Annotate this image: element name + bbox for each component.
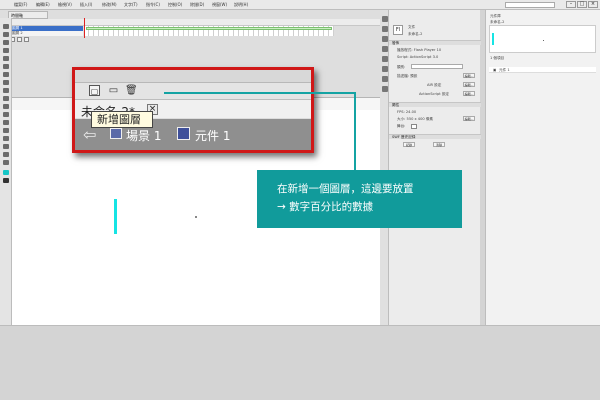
library-preview-dot — [543, 40, 544, 41]
text-tool-icon[interactable] — [3, 72, 9, 77]
zoom-tool-icon[interactable] — [3, 160, 9, 165]
menu-window[interactable]: 視窗(W) — [212, 2, 227, 8]
class-label: 類別: — [397, 65, 406, 69]
doc-name-label: 未命名-2 — [408, 32, 423, 36]
size-label: 大小: 550 x 400 像素 — [397, 117, 434, 121]
library-tab[interactable]: 元件庫 — [490, 14, 501, 19]
script-label: Script: ActionScript 3.0 — [397, 55, 439, 59]
edit-profile-button[interactable]: 編輯... — [463, 73, 475, 78]
as-edit-button[interactable]: 編輯... — [463, 91, 475, 96]
menu-debug[interactable]: 除錯(D) — [190, 2, 204, 8]
trash-icon[interactable]: 🗑 — [125, 85, 138, 96]
menu-view[interactable]: 檢視(V) — [58, 2, 72, 8]
log-button[interactable]: 記錄 — [403, 142, 415, 147]
3d-rotation-tool-icon[interactable] — [3, 48, 9, 53]
class-input[interactable] — [411, 64, 463, 69]
connector-vertical — [354, 92, 356, 170]
stage-cyan-line[interactable] — [114, 199, 117, 234]
subselection-tool-icon[interactable] — [3, 32, 9, 37]
zoom-panel-top — [75, 70, 311, 83]
eyedropper-tool-icon[interactable] — [3, 136, 9, 141]
library-preview-line — [492, 33, 494, 45]
library-preview — [489, 25, 596, 53]
library-item-count: 1 個項目 — [490, 56, 505, 60]
swf-history-section[interactable]: SWF 歷史記錄 — [389, 134, 481, 139]
minimize-icon[interactable]: – — [566, 1, 576, 8]
fps-label: FPS: 24.00 — [397, 110, 417, 114]
menu-file[interactable]: 檔案(F) — [14, 2, 27, 8]
fl-document-icon: Fl — [393, 25, 403, 35]
tools-panel — [0, 18, 12, 328]
annotation-line-1: 在新增一個圖層，這邊要放置 — [277, 183, 414, 195]
menu-edit[interactable]: 編輯(E) — [36, 2, 50, 8]
search-input[interactable] — [505, 2, 555, 8]
bottom-empty-area — [0, 325, 600, 400]
playhead[interactable] — [84, 18, 85, 38]
bone-tool-icon[interactable] — [3, 120, 9, 125]
maximize-icon[interactable]: □ — [577, 1, 587, 8]
properties-section[interactable]: 屬性 — [389, 102, 481, 107]
layer-2-label: 圖層 2 — [12, 31, 23, 35]
brush-tool-icon[interactable] — [3, 104, 9, 109]
hand-tool-icon[interactable] — [3, 152, 9, 157]
deco-tool-icon[interactable] — [3, 112, 9, 117]
clear-button[interactable]: 清除 — [433, 142, 445, 147]
menu-commands[interactable]: 指令(C) — [146, 2, 160, 8]
close-icon[interactable]: × — [588, 1, 598, 8]
menu-insert[interactable]: 插入(I) — [80, 2, 92, 8]
symbol-label[interactable]: 元件 1 — [195, 127, 230, 144]
publish-section[interactable]: 發佈 — [389, 40, 481, 45]
profile-label: 描述檔: 預設 — [397, 74, 418, 78]
line-tool-icon[interactable] — [3, 80, 9, 85]
pencil-tool-icon[interactable] — [3, 96, 9, 101]
stroke-color-icon[interactable] — [3, 170, 9, 175]
library-item-symbol-icon: ▣ — [493, 68, 497, 72]
rectangle-tool-icon[interactable] — [3, 88, 9, 93]
new-folder-small-icon[interactable] — [17, 37, 22, 42]
annotation-line-2: → 數字百分比的數據 — [277, 201, 374, 213]
delete-layer-small-icon[interactable] — [24, 37, 29, 42]
free-transform-tool-icon[interactable] — [3, 40, 9, 45]
new-layer-icon[interactable]: ▢ — [89, 85, 100, 96]
timeline-ruler — [0, 19, 380, 26]
menu-control[interactable]: 控制(O) — [168, 2, 182, 8]
connector-horizontal — [164, 92, 355, 94]
scene-icon[interactable] — [110, 128, 122, 139]
stage-color-label: 舞台: — [397, 124, 406, 128]
menu-help[interactable]: 說明(H) — [234, 2, 248, 8]
as-settings-label: ActionScript 設定 — [419, 92, 450, 96]
menu-modify[interactable]: 修改(M) — [102, 2, 117, 8]
library-item-label: 元件 1 — [499, 68, 510, 72]
annotation-box: 在新增一個圖層，這邊要放置 → 數字百分比的數據 — [257, 170, 462, 228]
lasso-tool-icon[interactable] — [3, 56, 9, 61]
new-folder-icon[interactable]: ▭ — [108, 85, 119, 96]
air-settings-label: AIR 設定 — [427, 83, 442, 87]
doc-type-label: 文件 — [408, 25, 416, 29]
timeline-layer-2[interactable]: 圖層 2 — [9, 31, 83, 36]
symbol-icon[interactable] — [177, 127, 190, 140]
properties-panel: Fl 文件 未命名-2 發佈 播放程式: Flash Player 10 Scr… — [388, 10, 481, 325]
selection-tool-icon[interactable] — [3, 24, 9, 29]
paint-bucket-tool-icon[interactable] — [3, 128, 9, 133]
library-panel: 元件庫 未命名-2 1 個項目 — [485, 10, 600, 325]
new-layer-tooltip: 新增圖層 — [91, 111, 153, 128]
stage-color-swatch[interactable] — [411, 124, 417, 129]
timeline-tween-span[interactable] — [86, 27, 332, 30]
library-item-row[interactable]: ▣ 元件 1 — [489, 67, 596, 73]
player-label: 播放程式: Flash Player 10 — [397, 48, 442, 52]
scene-label[interactable]: 場景 1 — [126, 127, 161, 144]
menu-text[interactable]: 文字(T) — [124, 2, 138, 8]
size-edit-button[interactable]: 編輯... — [463, 116, 475, 121]
zoom-callout: ▢ ▭ 🗑 未命名-2* × ⇦ 場景 1 元件 1 — [72, 67, 314, 153]
timeline-tab[interactable]: 時間軸 — [8, 11, 48, 19]
symbol-registration-point — [195, 216, 197, 218]
air-edit-button[interactable]: 編輯... — [463, 82, 475, 87]
fill-color-icon[interactable] — [3, 178, 9, 183]
pen-tool-icon[interactable] — [3, 64, 9, 69]
eraser-tool-icon[interactable] — [3, 144, 9, 149]
